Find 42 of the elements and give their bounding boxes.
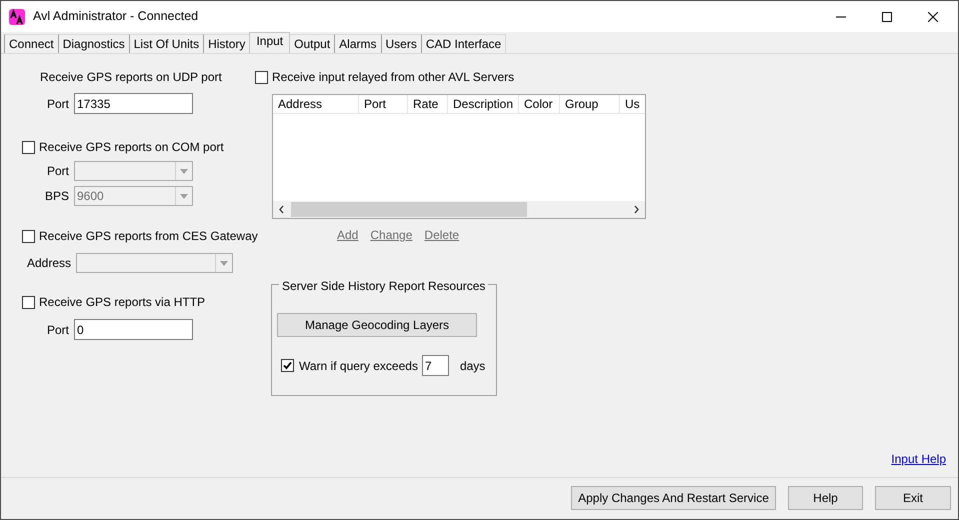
help-link[interactable]: Input Help bbox=[891, 450, 946, 468]
column-header[interactable]: Port bbox=[359, 95, 408, 113]
link[interactable]: Delete bbox=[424, 226, 460, 244]
column-header[interactable]: Color bbox=[519, 95, 560, 113]
column-header[interactable]: Address bbox=[273, 95, 359, 113]
tab[interactable]: Alarms bbox=[334, 34, 382, 53]
manage-button[interactable]: Manage Geocoding Layers bbox=[277, 313, 477, 337]
list-view[interactable]: Address Port Rate Description Color Group Us bbox=[272, 94, 646, 219]
checkbox-label: Receive GPS reports on COM port bbox=[39, 139, 224, 156]
field-label: Address bbox=[26, 255, 72, 272]
section-heading: Receive GPS reports on UDP port bbox=[40, 69, 223, 86]
tab[interactable]: CAD Interface bbox=[420, 34, 506, 53]
link[interactable]: Add bbox=[337, 226, 358, 244]
checkbox-label: Warn if query exceeds bbox=[299, 358, 418, 374]
column-header[interactable]: Group bbox=[560, 95, 620, 113]
tab[interactable]: History bbox=[203, 34, 250, 53]
column-header[interactable]: Description bbox=[448, 95, 519, 113]
link[interactable]: Change bbox=[370, 226, 412, 244]
dropdown-value: 9600 bbox=[77, 188, 104, 205]
column-header[interactable]: Us bbox=[620, 95, 645, 113]
field-label: BPS bbox=[44, 188, 70, 205]
tab[interactable]: Users bbox=[380, 34, 422, 53]
text-field[interactable]: 17335 bbox=[74, 93, 193, 114]
dialog-button[interactable]: Exit bbox=[875, 486, 951, 510]
dialog-button[interactable]: Help bbox=[788, 486, 863, 510]
tab[interactable]: Diagnostics bbox=[58, 34, 130, 53]
tab[interactable]: Connect bbox=[4, 34, 59, 53]
field-label: Port bbox=[46, 163, 70, 180]
checkbox-label: Receive GPS reports from CES Gateway bbox=[39, 228, 258, 245]
text-field[interactable]: 0 bbox=[74, 319, 193, 340]
checkbox-label: Receive GPS reports via HTTP bbox=[39, 294, 206, 311]
text-field[interactable]: 7 bbox=[422, 355, 449, 376]
unit-label: days bbox=[460, 358, 486, 374]
column-header[interactable]: Rate bbox=[408, 95, 448, 113]
window-title: Avl Administrator - Connected bbox=[33, 8, 198, 26]
field-label: Port bbox=[46, 96, 70, 112]
tab[interactable]: Output bbox=[289, 34, 336, 53]
tab[interactable]: Input bbox=[249, 32, 290, 53]
checkbox-label: Receive input relayed from other AVL Servers bbox=[272, 69, 514, 86]
tab[interactable]: List Of Units bbox=[128, 34, 204, 53]
dialog-button[interactable]: Apply Changes And Restart Service bbox=[571, 486, 776, 510]
field-label: Port bbox=[46, 322, 70, 338]
